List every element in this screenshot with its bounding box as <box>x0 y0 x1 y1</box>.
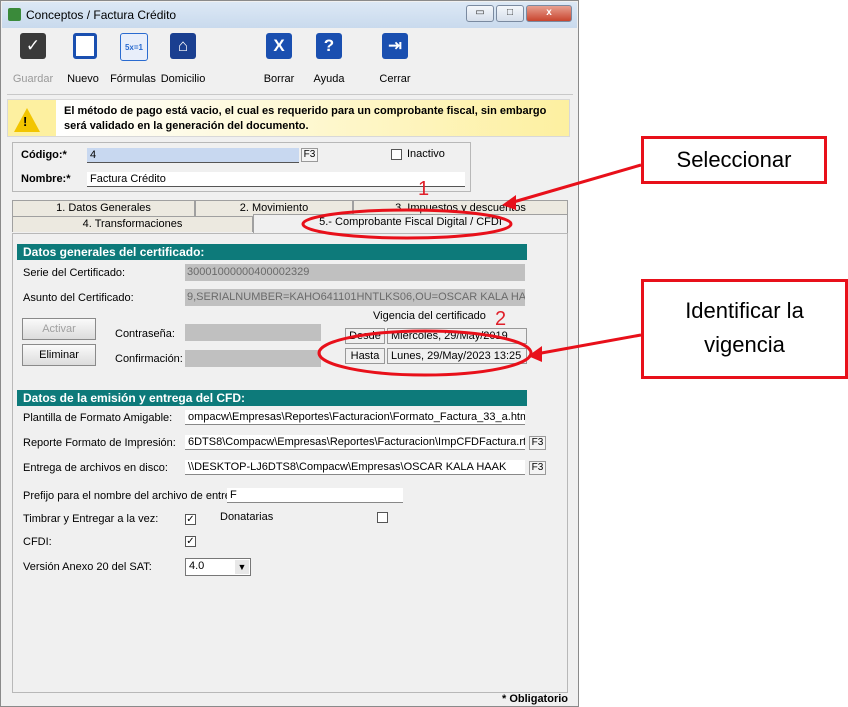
exclamation-glyph: ! <box>23 114 28 129</box>
hasta-value: Lunes, 29/May/2023 13:25 <box>387 348 527 364</box>
tab-datos-generales[interactable]: 1. Datos Generales <box>12 200 195 216</box>
title-bar: Conceptos / Factura Crédito ▭ □ x <box>2 2 577 28</box>
chevron-down-icon: ▼ <box>235 560 249 574</box>
entrega-label: Entrega de archivos en disco: <box>23 462 168 474</box>
version-select[interactable]: 4.0 ▼ <box>185 558 251 576</box>
certificado-section-title: Datos generales del certificado: <box>17 244 527 260</box>
toolbar-label: Nuevo <box>67 73 99 85</box>
donatarias-checkbox[interactable] <box>377 512 388 523</box>
formula-icon: 5x=1 <box>120 33 148 61</box>
step-2-number: 2 <box>495 308 507 330</box>
guardar-button[interactable]: ✓ Guardar <box>7 29 59 93</box>
borrar-button[interactable]: X Borrar <box>253 29 305 93</box>
minimize-button[interactable]: ▭ <box>466 5 494 22</box>
vigencia-callout-line2: vigencia <box>704 332 785 357</box>
nuevo-button[interactable]: Nuevo <box>57 29 109 93</box>
cerrar-button[interactable]: ⇥ Cerrar <box>369 29 421 93</box>
warning-banner: ! El método de pago está vacio, el cual … <box>7 99 570 137</box>
vigencia-callout-line1: Identificar la <box>685 298 804 323</box>
cfdi-panel: Datos generales del certificado: Serie d… <box>12 233 568 693</box>
help-icon: ? <box>316 33 342 59</box>
entrega-f3-button[interactable]: F3 <box>529 461 546 475</box>
asunto-label: Asunto del Certificado: <box>23 292 134 304</box>
activar-button[interactable]: Activar <box>22 318 96 340</box>
window-title: Conceptos / Factura Crédito <box>26 8 177 22</box>
contrasena-input[interactable] <box>185 324 321 341</box>
toolbar-label: Domicilio <box>160 73 206 85</box>
desde-label: Desde <box>345 328 385 344</box>
version-label: Versión Anexo 20 del SAT: <box>23 561 152 573</box>
warning-message: El método de pago está vacio, el cual es… <box>64 105 547 132</box>
hasta-label: Hasta <box>345 348 385 364</box>
timbrar-label: Timbrar y Entregar a la vez: <box>23 513 159 525</box>
codigo-input[interactable]: 4 <box>87 148 299 163</box>
check-icon: ✓ <box>20 33 46 59</box>
step-1-number: 1 <box>418 178 430 200</box>
serie-field: 30001000000400002329 <box>185 264 525 281</box>
donatarias-label: Donatarias <box>220 511 274 523</box>
toolbar-label: Ayuda <box>313 73 345 85</box>
seleccionar-callout: Seleccionar <box>641 136 827 184</box>
nombre-input[interactable]: Factura Crédito <box>87 172 465 187</box>
plantilla-label: Plantilla de Formato Amigable: <box>23 412 173 424</box>
confirmacion-label: Confirmación: <box>115 353 183 365</box>
required-note: * Obligatorio <box>502 693 568 705</box>
inactivo-checkbox[interactable] <box>391 149 402 160</box>
timbrar-checkbox[interactable]: ✓ <box>185 514 196 525</box>
seleccionar-text: Seleccionar <box>676 147 792 172</box>
prefijo-label: Prefijo para el nombre del archivo de en… <box>23 490 247 502</box>
plantilla-input[interactable]: ompacw\Empresas\Reportes\Facturacion\For… <box>185 410 525 425</box>
confirmacion-input[interactable] <box>185 350 321 367</box>
toolbar: ✓ Guardar Nuevo 5x=1 Fórmulas ⌂ Domicili… <box>7 29 573 93</box>
maximize-icon: □ <box>506 7 514 18</box>
app-icon <box>8 8 21 21</box>
toolbar-separator <box>7 94 573 95</box>
inactivo-label: Inactivo <box>407 148 445 160</box>
tab-cfdi[interactable]: 5.- Comprobante Fiscal Digital / CFDI <box>253 214 568 234</box>
contrasena-label: Contraseña: <box>115 328 175 340</box>
address-icon: ⌂ <box>170 33 196 59</box>
tab-transformaciones[interactable]: 4. Transformaciones <box>12 216 253 232</box>
vigencia-label: Vigencia del certificado <box>373 310 486 322</box>
minimize-icon: ▭ <box>475 7 485 18</box>
codigo-label: Código:* <box>21 149 67 161</box>
toolbar-label: Fórmulas <box>110 73 156 85</box>
cfdi-checkbox[interactable]: ✓ <box>185 536 196 547</box>
toolbar-label: Borrar <box>263 73 295 85</box>
emision-section-title: Datos de la emisión y entrega del CFD: <box>17 390 527 406</box>
formulas-button[interactable]: 5x=1 Fórmulas <box>107 29 159 93</box>
version-value: 4.0 <box>189 560 205 572</box>
nombre-label: Nombre:* <box>21 173 71 185</box>
maximize-button[interactable]: □ <box>496 5 524 22</box>
ayuda-button[interactable]: ? Ayuda <box>303 29 355 93</box>
application-window: Conceptos / Factura Crédito ▭ □ x ✓ Guar… <box>0 0 579 707</box>
domicilio-button[interactable]: ⌂ Domicilio <box>157 29 209 93</box>
close-button[interactable]: x <box>526 5 572 22</box>
asunto-field: 9,SERIALNUMBER=KAHO641101HNTLKS06,OU=OSC… <box>185 289 525 306</box>
reporte-label: Reporte Formato de Impresión: <box>23 437 176 449</box>
eliminar-button[interactable]: Eliminar <box>22 344 96 366</box>
close-icon: x <box>546 7 552 18</box>
cfdi-label: CFDI: <box>23 536 52 548</box>
reporte-f3-button[interactable]: F3 <box>529 436 546 450</box>
toolbar-label: Cerrar <box>379 73 411 85</box>
toolbar-label: Guardar <box>12 73 54 85</box>
codigo-f3-button[interactable]: F3 <box>301 148 318 162</box>
exit-icon: ⇥ <box>382 33 408 59</box>
serie-label: Serie del Certificado: <box>23 267 126 279</box>
vigencia-callout: Identificar la vigencia <box>641 279 848 379</box>
reporte-input[interactable]: 6DTS8\Compacw\Empresas\Reportes\Facturac… <box>185 435 525 450</box>
new-document-icon <box>73 33 97 59</box>
entrega-input[interactable]: \\DESKTOP-LJ6DTS8\Compacw\Empresas\OSCAR… <box>185 460 525 475</box>
prefijo-input[interactable]: F <box>227 488 403 503</box>
delete-icon: X <box>266 33 292 59</box>
concept-header: Código:* 4 F3 Inactivo Nombre:* Factura … <box>12 142 471 192</box>
